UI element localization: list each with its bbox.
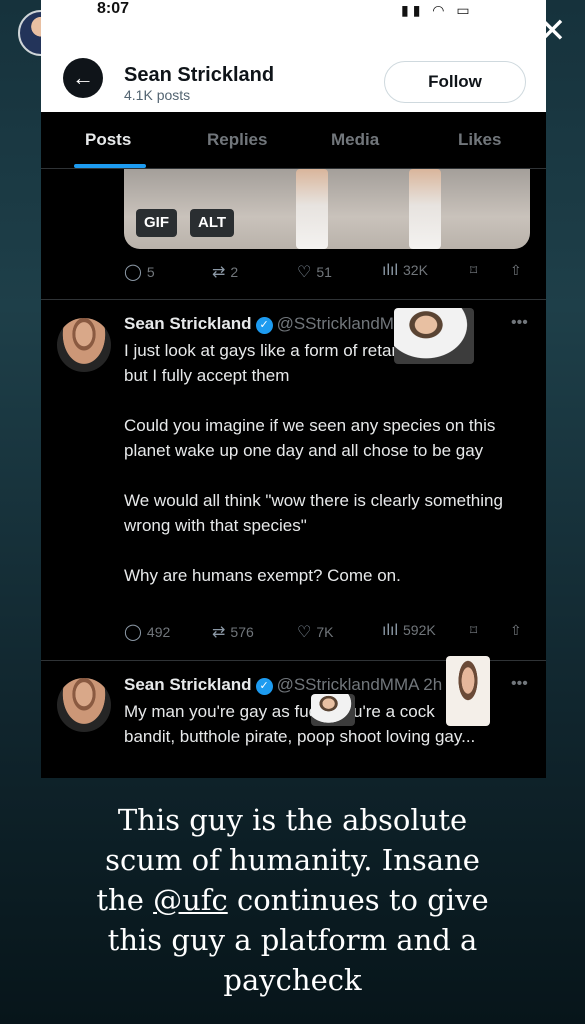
story-caption: This guy is the absolute scum of humanit…	[0, 800, 585, 1000]
tweet-divider	[41, 299, 546, 300]
verified-badge-icon: ✓	[255, 678, 273, 695]
like-action[interactable]: ♡ 7K	[297, 622, 333, 642]
person-sticker	[394, 308, 474, 364]
profile-tabs: Posts Replies Media Likes	[41, 112, 546, 169]
author-handle[interactable]: @SStricklandMMA	[277, 675, 419, 694]
repost-icon: ⇄	[212, 624, 226, 641]
repost-action[interactable]: ⇄ 576	[212, 622, 254, 642]
tab-replies[interactable]: Replies	[207, 130, 267, 150]
views-icon: ılıl	[382, 262, 398, 279]
like-count: 7K	[316, 624, 334, 640]
like-action[interactable]: ♡ 51	[297, 262, 332, 282]
reply-icon: ◯	[124, 264, 142, 281]
reply-action[interactable]: ◯ 5	[124, 262, 155, 282]
caption-line: this guy a platform and a	[107, 923, 478, 957]
share-icon[interactable]: ⇧	[510, 262, 522, 279]
bookmark-icon[interactable]: ⌑	[470, 262, 477, 279]
tweet-header: Sean Strickland✓@SStricklandMMA 2h	[124, 675, 442, 695]
tab-media[interactable]: Media	[331, 130, 379, 150]
profile-post-count: 4.1K posts	[124, 87, 191, 103]
tab-likes[interactable]: Likes	[458, 130, 501, 150]
ufc-mention-link[interactable]: @ufc	[153, 883, 228, 917]
tweet-time: 2h	[423, 675, 443, 694]
views-action[interactable]: ılıl 592K	[382, 622, 436, 640]
reply-icon: ◯	[124, 624, 142, 641]
person-sticker	[311, 694, 355, 726]
caption-text: the	[96, 883, 154, 917]
media-figure-leg	[409, 169, 441, 249]
tweet-actions: ◯ 5 ⇄ 2 ♡ 51 ılıl 32K ⌑ ⇧	[124, 262, 530, 286]
views-count: 592K	[403, 622, 436, 638]
caption-line: This guy is the absolute	[117, 803, 468, 837]
more-options-icon[interactable]: •••	[511, 675, 528, 693]
more-options-icon[interactable]: •••	[511, 314, 528, 332]
profile-header: ← Sean Strickland 4.1K posts Follow	[41, 28, 546, 112]
heart-icon: ♡	[297, 264, 312, 281]
heart-icon: ♡	[297, 624, 312, 641]
follow-button[interactable]: Follow	[384, 61, 526, 103]
avatar[interactable]	[57, 678, 111, 732]
alt-badge[interactable]: ALT	[190, 209, 235, 237]
views-action[interactable]: ılıl 32K	[382, 262, 428, 280]
status-bar: 8:07 ▮▮ ◠ ▭	[41, 0, 546, 28]
tweet-media[interactable]: GIF ALT	[124, 169, 530, 249]
caption-line: the @ufc continues to give	[0, 880, 585, 920]
media-figure-leg	[296, 169, 328, 249]
author-name[interactable]: Sean Strickland	[124, 675, 252, 694]
status-time: 8:07	[97, 0, 130, 17]
repost-count: 576	[230, 624, 254, 640]
caption-line: paycheck	[223, 963, 362, 997]
active-tab-indicator	[74, 164, 146, 168]
repost-count: 2	[230, 264, 239, 280]
verified-badge-icon: ✓	[255, 317, 273, 334]
avatar[interactable]	[57, 318, 111, 372]
back-arrow-icon[interactable]: ←	[63, 58, 103, 98]
views-count: 32K	[403, 262, 428, 278]
reply-count: 5	[146, 264, 155, 280]
like-count: 51	[316, 264, 332, 280]
tweet-actions: ◯ 492 ⇄ 576 ♡ 7K ılıl 592K ⌑ ⇧	[124, 622, 530, 646]
caption-line: scum of humanity. Insane	[105, 843, 480, 877]
views-icon: ılıl	[382, 622, 398, 639]
bookmark-icon[interactable]: ⌑	[470, 622, 477, 639]
person-sticker	[446, 656, 490, 726]
reply-count: 492	[146, 624, 171, 640]
repost-action[interactable]: ⇄ 2	[212, 262, 238, 282]
tweet-text: I just look at gays like a form of retar…	[124, 341, 503, 585]
tab-posts[interactable]: Posts	[85, 130, 131, 150]
repost-icon: ⇄	[212, 264, 226, 281]
reply-action[interactable]: ◯ 492	[124, 622, 170, 642]
status-icons: ▮▮ ◠ ▭	[401, 2, 474, 18]
embedded-screenshot: 8:07 ▮▮ ◠ ▭ ← Sean Strickland 4.1K posts…	[41, 0, 546, 778]
caption-text: continues to give	[227, 883, 489, 917]
share-icon[interactable]: ⇧	[510, 622, 522, 639]
author-name[interactable]: Sean Strickland	[124, 314, 252, 333]
profile-name: Sean Strickland	[124, 64, 275, 86]
gif-badge[interactable]: GIF	[136, 209, 177, 237]
